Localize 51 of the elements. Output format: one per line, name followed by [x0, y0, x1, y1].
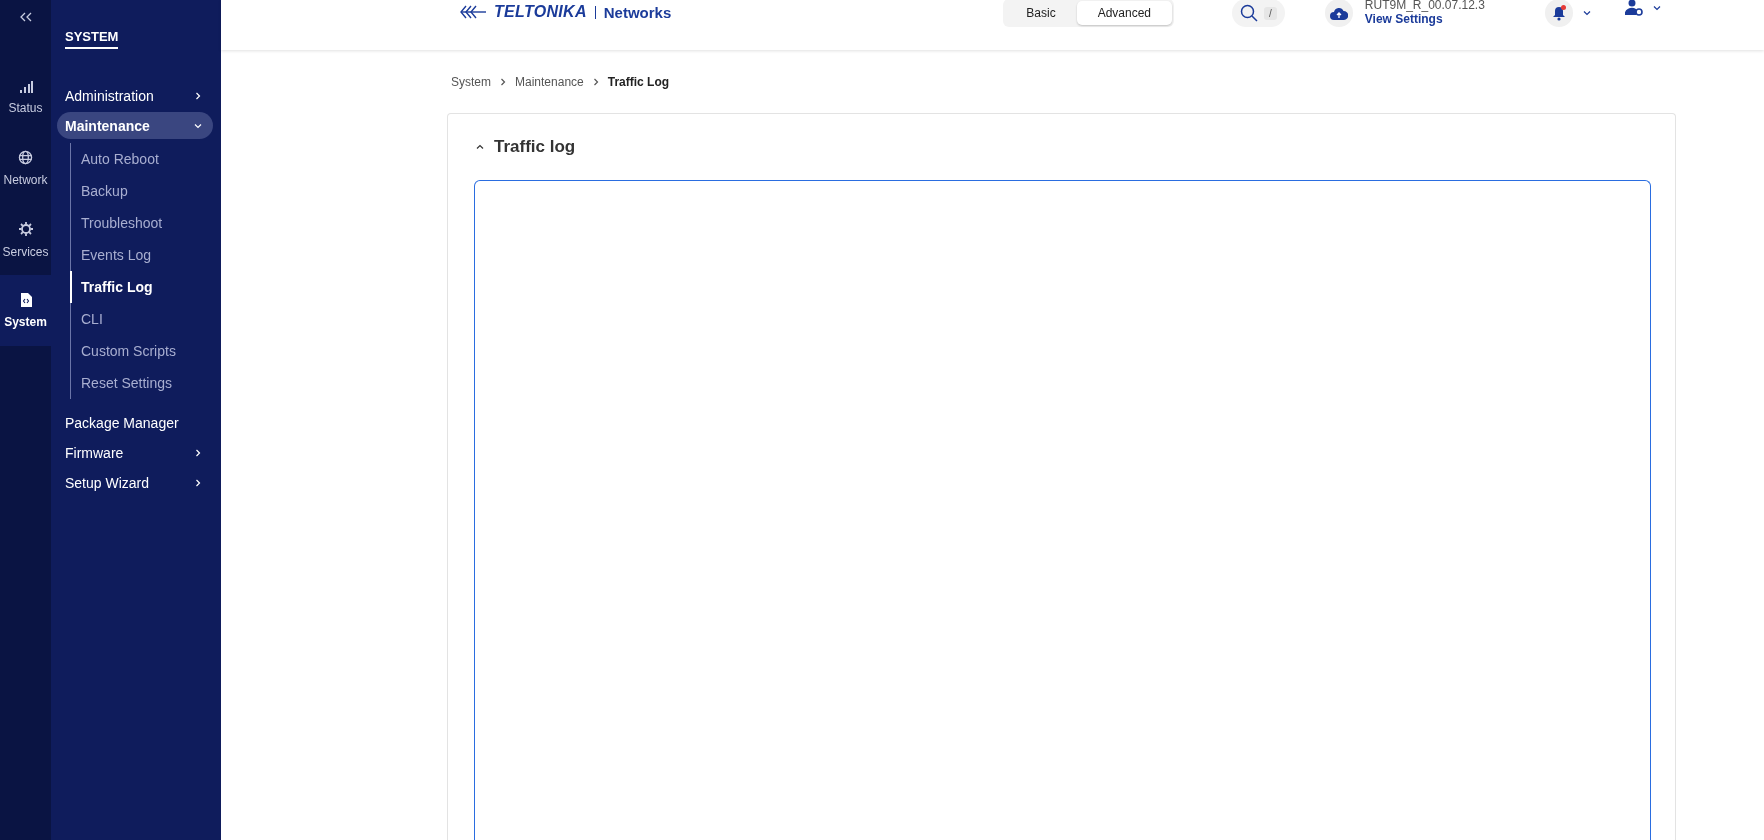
rail-nav-item[interactable]: System	[0, 275, 51, 346]
submenu-item[interactable]: Backup	[70, 175, 213, 207]
product-name: Networks	[603, 3, 672, 21]
breadcrumb-separator-icon	[499, 77, 507, 86]
breadcrumb-link[interactable]: System	[451, 74, 491, 89]
mode-tab[interactable]: Advanced	[1076, 1, 1173, 25]
card-title: Traffic log	[494, 137, 576, 157]
logo-icon	[460, 5, 486, 19]
cloud-button[interactable]	[1324, 0, 1353, 27]
menu-group[interactable]: Setup Wizard	[57, 469, 213, 496]
signal-bars-icon	[18, 80, 33, 93]
menu-group[interactable]: Maintenance	[57, 112, 213, 139]
chevron-icon	[1652, 3, 1661, 12]
search-icon	[1240, 4, 1259, 22]
submenu-item[interactable]: Auto Reboot	[70, 143, 213, 175]
breadcrumb-current: Traffic Log	[607, 74, 670, 89]
notifications-button[interactable]	[1544, 0, 1573, 27]
rail-nav-item[interactable]: Services	[0, 204, 51, 275]
collapse-icon[interactable]	[18, 12, 33, 22]
globe-icon	[18, 150, 33, 165]
chevron-icon	[194, 448, 202, 457]
submenu-item[interactable]: CLI	[70, 303, 213, 335]
submenu-item[interactable]: Traffic Log	[70, 271, 213, 303]
chevron-icon	[194, 121, 202, 130]
chevron-icon	[194, 478, 202, 487]
cloud-upload-icon	[1329, 6, 1348, 20]
breadcrumb-link[interactable]: Maintenance	[515, 74, 584, 89]
submenu-item[interactable]: Events Log	[70, 239, 213, 271]
menu-group[interactable]: Package Manager	[57, 409, 213, 436]
mode-tab[interactable]: Basic	[1005, 1, 1077, 25]
search-button[interactable]: /	[1232, 0, 1285, 27]
gear-icon	[17, 220, 34, 237]
submenu-item[interactable]: Reset Settings	[70, 367, 213, 399]
firmware-version: RUT9M_R_00.07.12.3	[1364, 0, 1485, 12]
view-settings-link[interactable]: View Settings	[1364, 12, 1485, 26]
submenu-item[interactable]: Troubleshoot	[70, 207, 213, 239]
rail-nav-item[interactable]: Network	[0, 133, 51, 204]
breadcrumb-separator-icon	[591, 77, 600, 86]
menu-group[interactable]: Administration	[57, 82, 213, 109]
chevron-icon	[476, 143, 484, 151]
section-title: SYSTEM	[65, 29, 119, 49]
submenu-item[interactable]: Custom Scripts	[70, 335, 213, 367]
rail-nav-item[interactable]: Status	[0, 62, 51, 133]
chevron-icon	[194, 91, 202, 100]
brand-name: TELTONIKA	[494, 3, 587, 21]
menu-group[interactable]: Firmware	[57, 439, 213, 466]
user-settings-icon[interactable]	[1624, 0, 1643, 16]
bell-icon	[1551, 5, 1566, 21]
code-file-icon	[19, 292, 32, 307]
chevron-icon	[1582, 9, 1591, 17]
shortcut-key: /	[1264, 6, 1277, 20]
